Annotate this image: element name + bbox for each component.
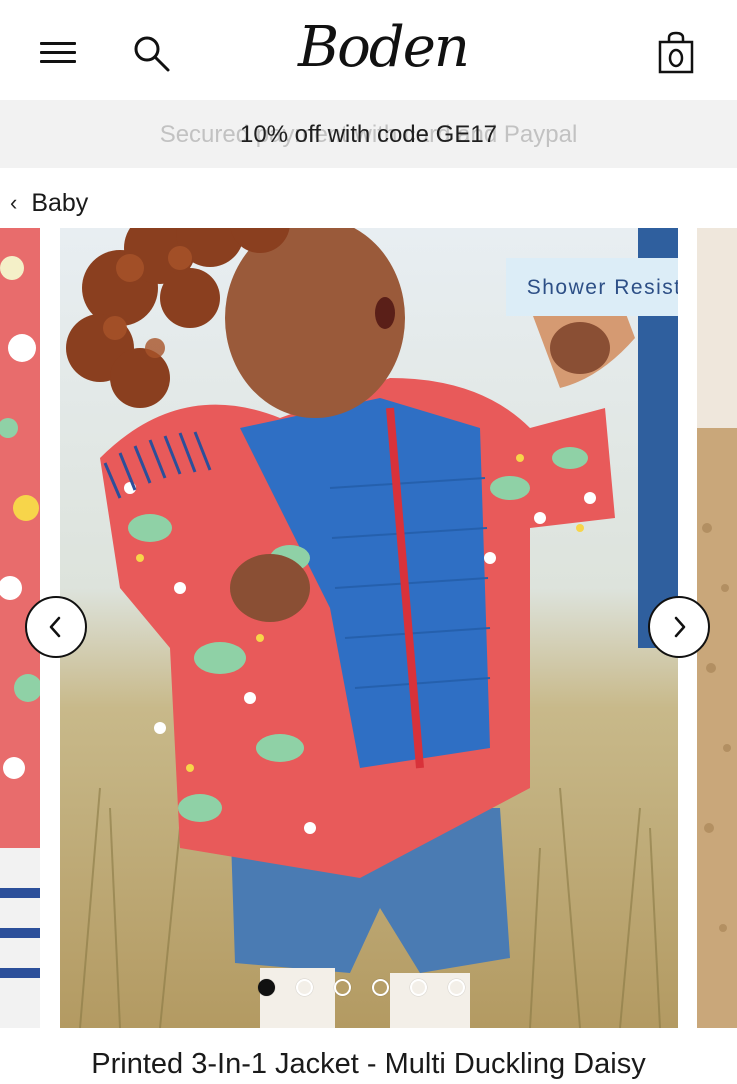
promo-text: 10% off with code GE17: [239, 121, 498, 148]
carousel-dot-2[interactable]: [296, 979, 313, 996]
product-image-carousel[interactable]: Shower Resistant: [0, 228, 737, 1028]
carousel-dot-6[interactable]: [448, 979, 465, 996]
carousel-dot-4[interactable]: [372, 979, 389, 996]
chevron-left-icon: [49, 616, 61, 638]
carousel-next-button[interactable]: [648, 596, 710, 658]
carousel-dot-3[interactable]: [334, 979, 351, 996]
brand-logo[interactable]: Boden: [298, 8, 470, 88]
promo-banner[interactable]: Secured payment with card and Paypal 10%…: [0, 100, 737, 168]
shopping-bag-icon[interactable]: [656, 30, 696, 74]
product-title: Printed 3-In-1 Jacket - Multi Duckling D…: [91, 1048, 646, 1080]
site-header: Boden: [0, 0, 737, 101]
hamburger-menu-icon[interactable]: [40, 40, 76, 66]
product-photo[interactable]: Shower Resistant: [60, 228, 678, 1028]
chevron-left-small-icon: ‹: [10, 190, 18, 215]
breadcrumb-back-link[interactable]: ‹ Baby: [10, 186, 88, 220]
search-icon[interactable]: [132, 34, 172, 74]
carousel-pagination: [258, 979, 465, 999]
chevron-right-icon: [674, 616, 686, 638]
product-feature-badge: Shower Resistant: [506, 258, 678, 316]
breadcrumb-label: Baby: [31, 189, 89, 217]
carousel-dot-1[interactable]: [258, 979, 275, 996]
carousel-dot-5[interactable]: [410, 979, 427, 996]
carousel-prev-button[interactable]: [25, 596, 87, 658]
